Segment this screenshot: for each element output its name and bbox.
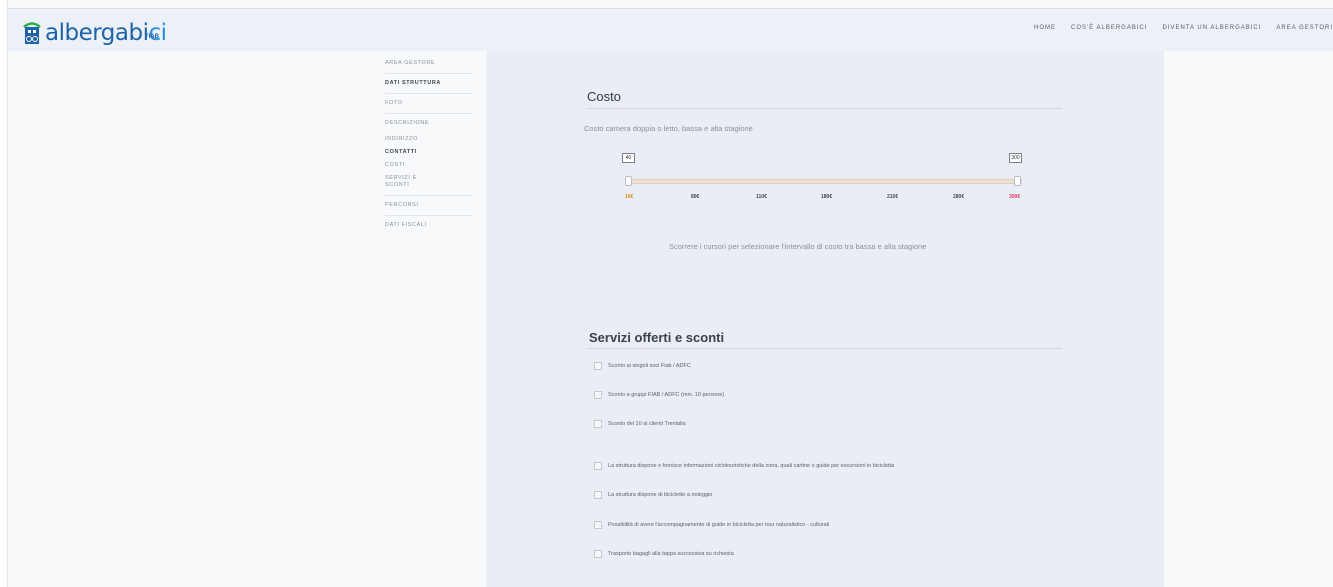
sidebar-item-area-gestore[interactable]: Area gestore — [385, 60, 473, 67]
sidebar-item-descrizione[interactable]: Descrizione — [385, 120, 473, 127]
costo-description: Costo camera doppia o letto, bassa e alt… — [584, 124, 753, 133]
option-label: Sconto a gruppi FIAB / ADFC (min. 10 per… — [608, 392, 725, 398]
costo-rule — [587, 108, 1062, 109]
sidebar-menu: Area gestore Dati struttura Foto Descriz… — [385, 60, 473, 229]
checkbox[interactable] — [594, 550, 602, 558]
checkbox[interactable] — [594, 521, 602, 529]
option-label: Sconto del 10 ai clienti Trentalia — [608, 421, 686, 427]
option-label: Trasporto bagagli alla tappa successiva … — [608, 551, 734, 557]
sidebar-item-costi[interactable]: Costi — [385, 162, 473, 169]
option-label: La struttura dispone di biciclette a nol… — [608, 492, 713, 498]
divider — [385, 93, 473, 94]
slider-max-label: 300 — [1009, 153, 1022, 163]
brand-name-main: albergabi — [45, 20, 149, 46]
option-label: La struttura dispone e fornisce informaz… — [608, 463, 895, 469]
sidebar-item-servizi-sconti[interactable]: Servizi e sconti — [385, 175, 435, 189]
option-row[interactable]: Sconto del 10 ai clienti Trentalia — [594, 420, 686, 428]
servizi-rule — [587, 348, 1062, 349]
tick-label: 280€ — [953, 194, 965, 200]
window-frame — [0, 0, 8, 587]
checkbox[interactable] — [594, 420, 602, 428]
sidebar-item-foto[interactable]: Foto — [385, 100, 473, 107]
option-row[interactable]: La struttura dispone di biciclette a nol… — [594, 491, 712, 499]
brand-logo[interactable]: albergabici — [22, 17, 167, 45]
option-row[interactable]: Sconto a gruppi FIAB / ADFC (min. 10 per… — [594, 391, 724, 399]
slider-max-handle[interactable] — [1014, 176, 1021, 186]
main-content: Costo Costo camera doppia o letto, bassa… — [487, 51, 1164, 587]
divider — [385, 113, 473, 114]
tick-label: 80€ — [691, 194, 700, 200]
nav-area-gestori[interactable]: Area gestori — [1276, 25, 1333, 31]
site-header: albergabici FIAB Home Cos'è Albergabici … — [8, 8, 1333, 51]
sidebar-item-dati-fiscali[interactable]: Dati fiscali — [385, 222, 473, 229]
divider — [385, 195, 473, 196]
option-row[interactable]: Sconto ai singoli soci Fiab / ADFC — [594, 362, 691, 370]
divider — [385, 73, 473, 74]
brand-name-accent: ci — [148, 20, 167, 46]
brand-name: albergabici — [45, 21, 167, 45]
sidebar-item-dati-struttura[interactable]: Dati struttura — [385, 80, 445, 87]
nav-cos-e-albergabici[interactable]: Cos'è Albergabici — [1071, 25, 1148, 31]
sidebar-item-percorsi[interactable]: Percorsi — [385, 202, 473, 209]
option-row[interactable]: Trasporto bagagli alla tappa successiva … — [594, 550, 734, 558]
checkbox[interactable] — [594, 462, 602, 470]
tick-label: 180€ — [821, 194, 833, 200]
tick-label: 10€ — [625, 194, 634, 200]
tick-label: 300€ — [1009, 194, 1021, 200]
checkbox[interactable] — [594, 362, 602, 370]
option-label: Possibilità di avere l'accompagnamento d… — [608, 522, 830, 528]
divider — [385, 215, 473, 216]
sidebar-item-indirizzo[interactable]: Indirizzo — [385, 136, 473, 143]
sidebar-item-contatti[interactable]: Contatti — [385, 149, 473, 156]
slider-min-label: 40 — [622, 153, 635, 163]
option-row[interactable]: Possibilità di avere l'accompagnamento d… — [594, 521, 829, 529]
nav-home[interactable]: Home — [1034, 25, 1056, 31]
option-row[interactable]: La struttura dispone e fornisce informaz… — [594, 462, 894, 470]
nav-diventa[interactable]: Diventa un albergabici — [1163, 25, 1262, 31]
top-nav: Home Cos'è Albergabici Diventa un alberg… — [1034, 25, 1333, 31]
tick-label: 210€ — [887, 194, 899, 200]
checkbox[interactable] — [594, 491, 602, 499]
option-label: Sconto ai singoli soci Fiab / ADFC — [608, 363, 691, 369]
servizi-title: Servizi offerti e sconti — [589, 330, 725, 345]
price-range-track[interactable] — [627, 179, 1022, 184]
costo-title: Costo — [587, 89, 621, 104]
checkbox[interactable] — [594, 391, 602, 399]
tick-label: 110€ — [756, 194, 767, 200]
hotel-bike-logo-icon — [22, 19, 42, 45]
slider-help-text: Scorrere i cursori per selezionare l'int… — [669, 242, 927, 251]
slider-min-handle[interactable] — [625, 176, 632, 186]
brand-sub: FIAB — [145, 34, 159, 40]
